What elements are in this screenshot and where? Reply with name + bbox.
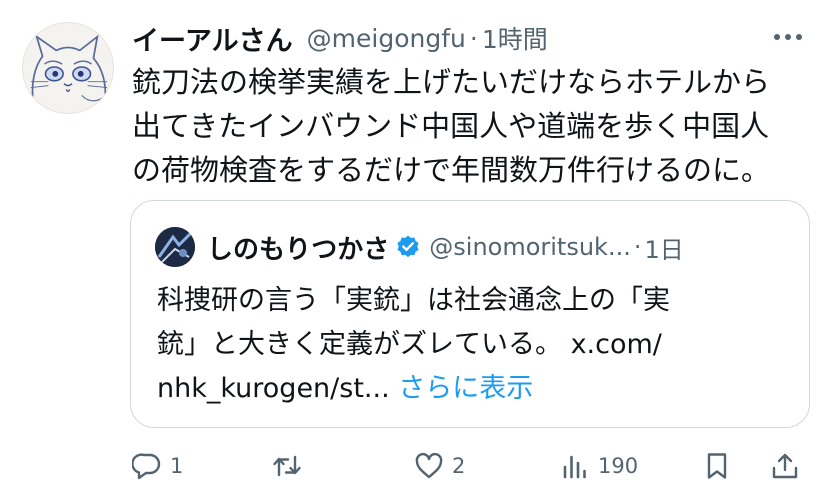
author-handle[interactable]: @meigongfu (307, 24, 466, 53)
quoted-author-avatar[interactable] (155, 227, 195, 267)
show-more-link[interactable]: さらに表示 (398, 373, 533, 404)
verified-badge-icon (397, 235, 419, 258)
quoted-tweet-body: 科捜研の言う「実銃」は社会通念上の「実 銃」と大きく定義がズレている。 x.co… (157, 279, 797, 411)
views-count: 190 (598, 454, 639, 478)
share-button[interactable] (770, 444, 800, 488)
tweet-action-bar: 1 2 190 (0, 444, 828, 488)
bookmark-button[interactable] (702, 444, 732, 488)
like-count: 2 (452, 454, 466, 478)
cat-sketch-avatar-image (23, 23, 113, 113)
reply-icon (132, 453, 161, 480)
author-avatar[interactable] (22, 22, 114, 114)
quoted-tweet-card[interactable]: しのもりつかさ @sinomoritsuk... · 1日 科捜研の言う「実銃」… (130, 200, 810, 428)
reply-count: 1 (170, 454, 184, 478)
tweet-timestamp[interactable]: 1時間 (482, 20, 548, 56)
quoted-author-display-name[interactable]: しのもりつかさ (207, 229, 389, 266)
retweet-icon (273, 455, 301, 477)
quoted-tweet-timestamp[interactable]: 1日 (644, 230, 683, 265)
views-icon (563, 455, 586, 479)
separator-dot: · (469, 23, 478, 53)
like-button[interactable]: 2 (414, 444, 465, 488)
quoted-author-handle[interactable]: @sinomoritsuk... (429, 233, 631, 261)
retweet-button[interactable] (272, 444, 310, 488)
more-horizontal-icon (774, 34, 802, 40)
quoted-tweet-header: しのもりつかさ @sinomoritsuk... · 1日 (155, 227, 684, 267)
heart-icon (415, 452, 443, 479)
tweet-header: イーアルさん @meigongfu · 1時間 (132, 18, 548, 58)
views-button[interactable]: 190 (560, 444, 638, 488)
quoted-separator-dot: · (633, 233, 642, 261)
quoted-avatar-image (155, 227, 195, 267)
tweet-body-text: 銃刀法の検挙実績を上げたいだけならホテルから 出てきたインバウンド中国人や道端を… (132, 65, 771, 187)
author-display-name[interactable]: イーアルさん (132, 19, 293, 58)
reply-button[interactable]: 1 (132, 444, 183, 488)
bookmark-icon (707, 453, 727, 479)
share-icon (772, 453, 798, 479)
more-options-button[interactable] (768, 22, 808, 52)
